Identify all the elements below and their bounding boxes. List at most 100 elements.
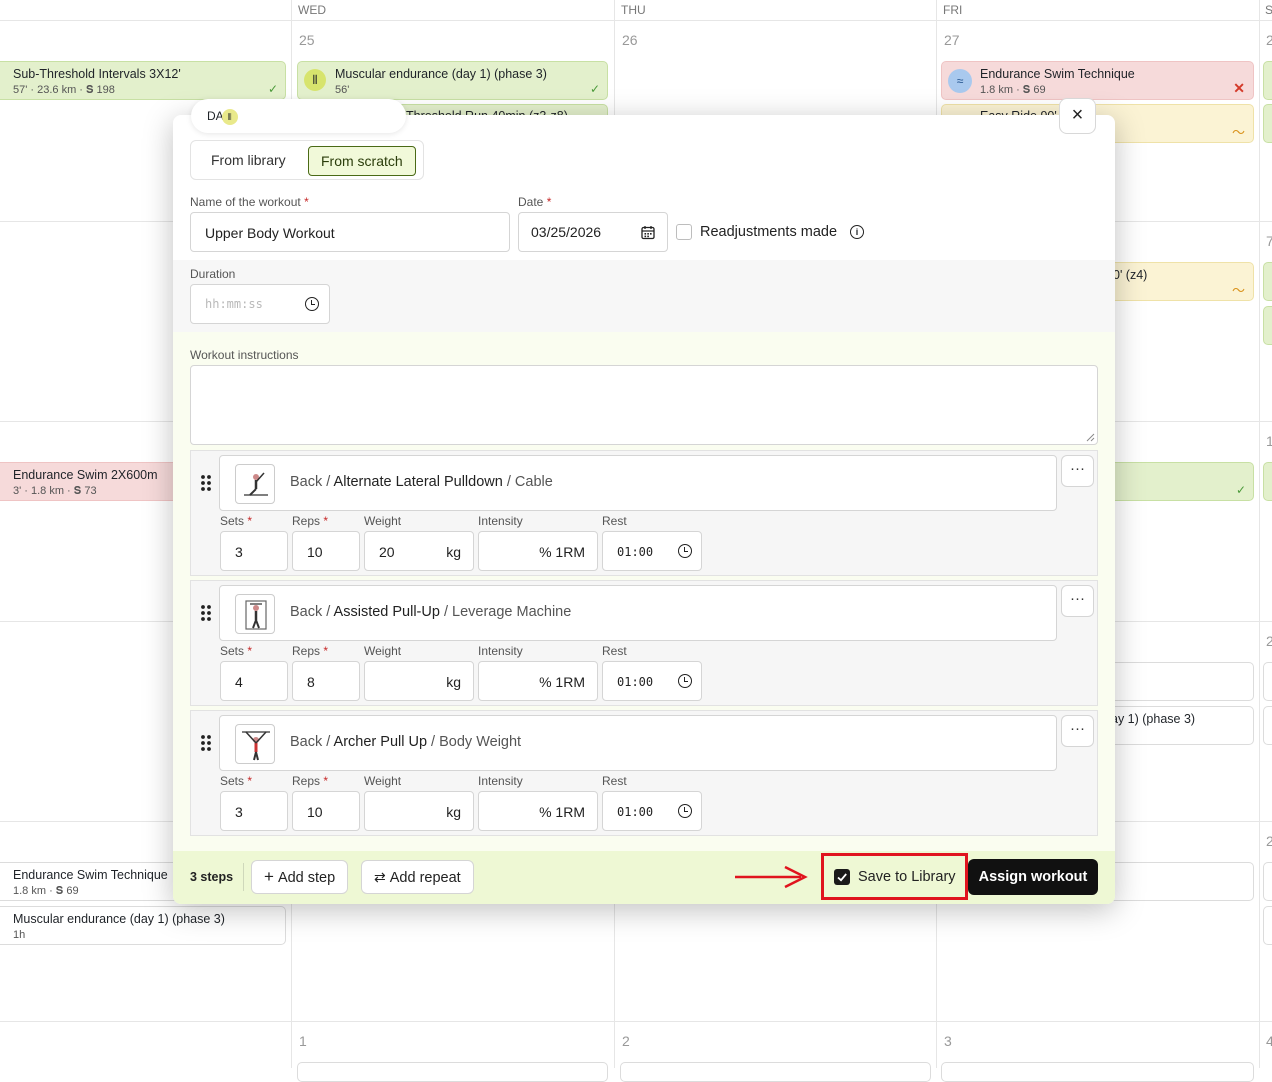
rest-input[interactable]: 01:00 <box>602 661 702 701</box>
clock-icon[interactable] <box>678 804 692 818</box>
sets-label: Sets * <box>220 514 253 528</box>
calendar-event[interactable]: ≈ Endurance Swim Technique 1.8 km · 𝐒 69… <box>941 61 1254 100</box>
weight-input[interactable]: kg <box>364 661 474 701</box>
sets-input[interactable]: 4 <box>220 661 288 701</box>
more-options-button[interactable]: ··· <box>1061 715 1094 747</box>
add-step-button[interactable]: + Add step <box>251 860 349 894</box>
calendar-event[interactable] <box>1263 706 1272 745</box>
exercise-thumbnail <box>235 724 275 764</box>
calendar-event[interactable]: ⦀ Muscular endurance (day 1) (phase 3) 5… <box>297 61 608 100</box>
sets-input[interactable]: 3 <box>220 531 288 571</box>
athlete-chip: DA ⦀ <box>191 99 406 133</box>
day-number: 4 <box>1266 1033 1272 1049</box>
exercise-breadcrumb: Back / Alternate Lateral Pulldown / Cabl… <box>290 474 553 490</box>
repeat-icon: ⇄ <box>374 869 386 885</box>
divider <box>243 863 244 891</box>
calendar-event[interactable] <box>1263 306 1272 345</box>
calendar-event[interactable] <box>620 1062 931 1082</box>
day-number: 2 <box>1266 32 1272 48</box>
weight-input[interactable]: kg <box>364 791 474 831</box>
drag-handle-icon[interactable] <box>199 603 213 623</box>
event-title: Muscular endurance (day 1) (phase 3) <box>335 67 547 81</box>
rest-input[interactable]: 01:00 <box>602 531 702 571</box>
check-icon: ✓ <box>589 82 600 96</box>
exercise-card[interactable]: Back / Assisted Pull-Up / Leverage Machi… <box>219 585 1057 641</box>
sets-label: Sets * <box>220 774 253 788</box>
calendar-icon[interactable] <box>641 225 655 240</box>
calendar-event[interactable]: Sub-Threshold Intervals 3X12' 57' · 23.6… <box>0 61 286 100</box>
drag-handle-icon[interactable] <box>199 733 213 753</box>
reps-input[interactable]: 10 <box>292 531 360 571</box>
readjustments-checkbox[interactable] <box>676 224 692 240</box>
duration-placeholder: hh:mm:ss <box>205 297 263 311</box>
save-to-library-checkbox[interactable] <box>834 869 850 885</box>
date-label: Date * <box>518 195 552 209</box>
close-button[interactable]: × <box>1059 98 1096 134</box>
day-name-wed: WED <box>298 3 326 17</box>
assign-workout-button[interactable]: Assign workout <box>968 859 1098 895</box>
calendar-event[interactable] <box>1263 906 1272 945</box>
event-meta: 1.8 km · 𝐒 69 <box>980 84 1046 96</box>
wave-icon: ～ <box>1231 125 1245 140</box>
tab-from-library[interactable]: From library <box>199 146 298 176</box>
wave-icon: ～ <box>1231 283 1245 298</box>
calendar-event[interactable] <box>1263 104 1272 143</box>
clock-icon[interactable] <box>678 544 692 558</box>
exercise-breadcrumb: Back / Assisted Pull-Up / Leverage Machi… <box>290 604 572 620</box>
reps-input[interactable]: 8 <box>292 661 360 701</box>
sets-label: Sets * <box>220 644 253 658</box>
duration-input[interactable]: hh:mm:ss <box>190 284 330 324</box>
calendar-event[interactable] <box>1263 662 1272 701</box>
event-title: ay 1) (phase 3) <box>1111 712 1196 726</box>
grid-line <box>0 20 1272 21</box>
instructions-textarea[interactable] <box>190 365 1098 445</box>
clock-icon[interactable] <box>678 674 692 688</box>
resize-handle-icon[interactable] <box>1085 432 1095 442</box>
swim-icon: ≈ <box>948 69 972 93</box>
clock-icon[interactable] <box>305 297 319 311</box>
event-meta: 57' · 23.6 km · 𝐒 198 <box>13 84 115 96</box>
event-meta: 3' · 1.8 km · 𝐒 73 <box>13 485 97 497</box>
rest-label: Rest <box>602 644 627 658</box>
date-input[interactable]: 03/25/2026 <box>518 212 668 252</box>
date-value: 03/25/2026 <box>531 224 602 240</box>
exercise-card[interactable]: Back / Alternate Lateral Pulldown / Cabl… <box>219 455 1057 511</box>
more-options-button[interactable]: ··· <box>1061 455 1094 487</box>
info-icon[interactable]: i <box>850 225 864 239</box>
sets-input[interactable]: 3 <box>220 791 288 831</box>
exercise-thumbnail <box>235 464 275 504</box>
workout-name-input[interactable]: Upper Body Workout <box>190 212 510 252</box>
grid-line <box>0 1021 1272 1022</box>
rest-input[interactable]: 01:00 <box>602 791 702 831</box>
reps-input[interactable]: 10 <box>292 791 360 831</box>
day-number: 25 <box>299 32 315 48</box>
intensity-input[interactable]: % 1RM <box>478 661 598 701</box>
calendar-event[interactable] <box>1263 61 1272 100</box>
calendar-event[interactable] <box>1263 862 1272 901</box>
day-number: 7 <box>1266 233 1272 249</box>
add-repeat-label: Add repeat <box>389 870 461 886</box>
save-to-library-label: Save to Library <box>858 869 956 885</box>
grid-line <box>1259 0 1260 1068</box>
calendar-event[interactable] <box>1263 262 1272 301</box>
day-name-fri: FRI <box>943 3 963 17</box>
exercise-card[interactable]: Back / Archer Pull Up / Body Weight <box>219 715 1057 771</box>
workout-step: Back / Archer Pull Up / Body Weight ··· … <box>190 710 1098 836</box>
calendar-event[interactable] <box>1263 462 1272 501</box>
more-options-button[interactable]: ··· <box>1061 585 1094 617</box>
weight-label: Weight <box>364 644 402 658</box>
drag-handle-icon[interactable] <box>199 473 213 493</box>
calendar-event[interactable] <box>297 1062 608 1082</box>
add-step-label: Add step <box>277 870 336 886</box>
event-title: Endurance Swim 2X600m <box>13 468 158 482</box>
intensity-input[interactable]: % 1RM <box>478 531 598 571</box>
plus-icon: + <box>264 867 274 886</box>
intensity-input[interactable]: % 1RM <box>478 791 598 831</box>
calendar-event[interactable] <box>941 1062 1254 1082</box>
reps-label: Reps * <box>292 774 329 788</box>
calendar-event[interactable]: Muscular endurance (day 1) (phase 3) 1h <box>0 906 286 945</box>
add-repeat-button[interactable]: ⇄ Add repeat <box>361 860 474 894</box>
readjustments-label: Readjustments made <box>700 224 838 240</box>
tab-from-scratch[interactable]: From scratch <box>308 146 416 176</box>
weight-input[interactable]: 20 kg <box>364 531 474 571</box>
